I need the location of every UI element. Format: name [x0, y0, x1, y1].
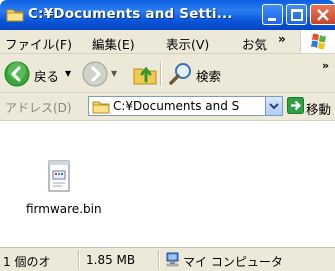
- menu-file[interactable]: ファイル(F): [5, 34, 72, 53]
- forward-dropdown-icon[interactable]: ▼: [111, 69, 117, 78]
- status-divider: [158, 250, 160, 269]
- window-title: C:¥Documents and Setti...: [28, 6, 233, 22]
- file-list-area[interactable]: firmware.bin: [0, 121, 335, 247]
- search-button-label[interactable]: 検索: [196, 66, 221, 85]
- toolbar-separator: [160, 62, 162, 86]
- back-button-label[interactable]: 戻る: [34, 66, 59, 85]
- menu-overflow-chevron[interactable]: »: [278, 32, 286, 46]
- go-button-label[interactable]: 移動: [306, 99, 331, 118]
- title-bar[interactable]: C:¥Documents and Setti...: [0, 0, 335, 30]
- status-object-count: 1 個のオ: [3, 255, 51, 269]
- forward-arrow-icon[interactable]: [82, 61, 108, 90]
- status-bar: 1 個のオ 1.85 MB マイ コンピュータ: [0, 247, 335, 271]
- menu-view[interactable]: 表示(V): [166, 34, 209, 53]
- toolbar: 戻る ▼ ▼ 検索 »: [0, 54, 335, 93]
- menu-edit[interactable]: 編集(E): [92, 34, 135, 53]
- go-arrow-icon[interactable]: [287, 97, 304, 117]
- folder-icon: [6, 7, 24, 22]
- bin-file-icon[interactable]: [48, 160, 70, 195]
- menu-bar: ファイル(F) 編集(E) 表示(V) お気 »: [0, 30, 335, 54]
- status-size: 1.85 MB: [86, 253, 136, 267]
- maximize-button[interactable]: [286, 4, 307, 25]
- menu-favorites[interactable]: お気: [242, 34, 267, 53]
- file-name[interactable]: firmware.bin: [26, 202, 102, 216]
- address-bar: アドレス(D) C:¥Documents and S 移動: [0, 93, 335, 121]
- status-divider: [78, 250, 80, 269]
- back-arrow-icon[interactable]: [4, 61, 30, 90]
- status-zone-label: マイ コンピュータ: [183, 255, 283, 269]
- close-button[interactable]: [310, 4, 335, 25]
- address-value: C:¥Documents and S: [113, 99, 240, 113]
- toolbar-overflow-chevron[interactable]: »: [322, 59, 329, 72]
- address-folder-icon: [92, 99, 110, 117]
- folder-up-icon[interactable]: [132, 61, 158, 90]
- search-icon[interactable]: [168, 61, 194, 90]
- address-dropdown-button[interactable]: [266, 96, 283, 116]
- minimize-button[interactable]: [262, 4, 283, 25]
- my-computer-icon: [165, 252, 180, 270]
- address-label: アドレス(D): [5, 101, 72, 115]
- back-dropdown-icon[interactable]: ▼: [65, 69, 71, 78]
- windows-logo-icon: [300, 30, 335, 53]
- address-input[interactable]: C:¥Documents and S: [88, 96, 266, 116]
